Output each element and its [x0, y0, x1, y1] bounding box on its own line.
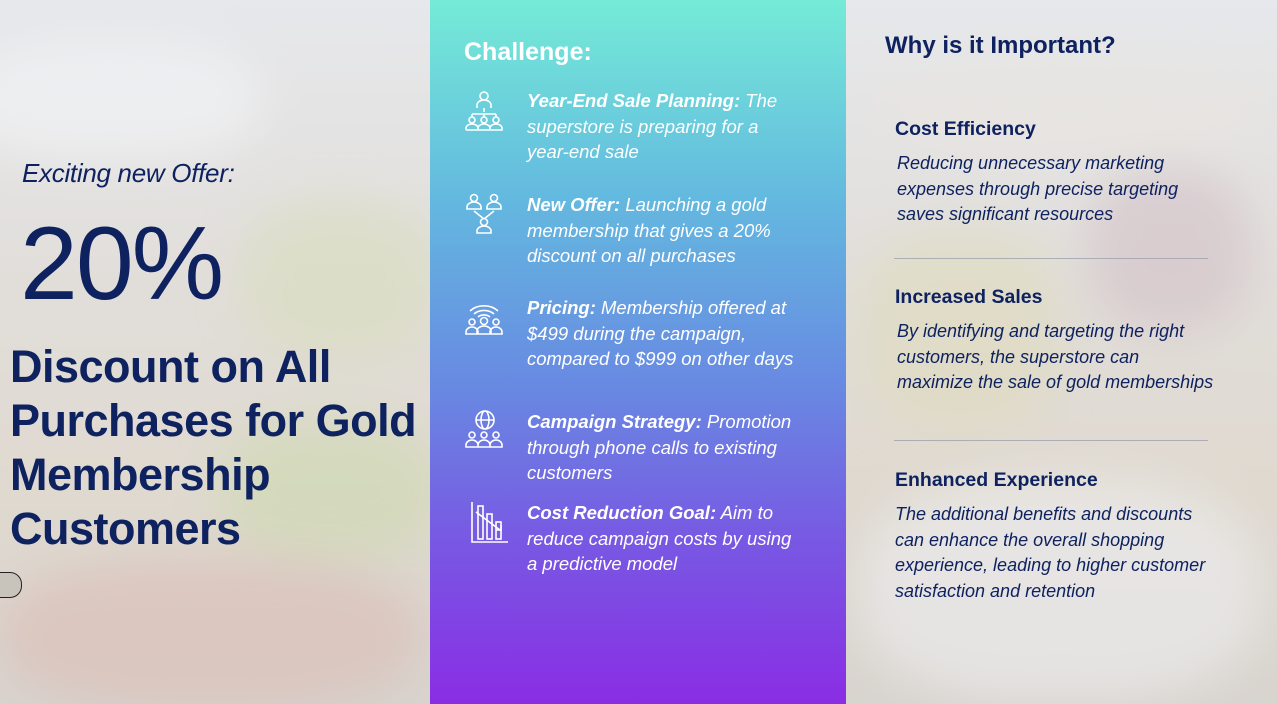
divider — [894, 440, 1208, 441]
challenge-item-title: Cost Reduction Goal: — [527, 502, 717, 523]
globe-group-icon — [462, 409, 506, 453]
org-chart-people-icon — [462, 88, 506, 132]
section-heading: Cost Efficiency — [895, 118, 1036, 140]
slide-control[interactable] — [0, 572, 22, 598]
section-text: Reducing unnecessary marketing expenses … — [897, 153, 1179, 225]
challenge-panel: Challenge: Year-End Sale Planning: The s… — [430, 0, 846, 704]
importance-section: Cost Efficiency Reducing unnecessary mar… — [895, 118, 1215, 228]
challenge-item-title: Year-End Sale Planning: — [527, 90, 741, 111]
broadcast-group-icon — [462, 295, 506, 339]
divider — [894, 258, 1208, 259]
section-text: By identifying and targeting the right c… — [897, 321, 1214, 393]
offer-headline: Discount on All Purchases for Gold Membe… — [10, 341, 417, 554]
importance-section: Increased Sales By identifying and targe… — [895, 286, 1215, 396]
team-connection-icon — [462, 192, 506, 236]
section-heading: Enhanced Experience — [895, 469, 1098, 491]
challenge-title: Challenge: — [464, 38, 592, 66]
challenge-item-title: Campaign Strategy: — [527, 411, 702, 432]
challenge-item-title: New Offer: — [527, 194, 621, 215]
section-text: The additional benefits and discounts ca… — [895, 504, 1206, 601]
challenge-item-title: Pricing: — [527, 297, 596, 318]
offer-panel: Exciting new Offer: 20% Discount on All … — [0, 0, 430, 704]
importance-panel: Why is it Important? Cost Efficiency Red… — [846, 0, 1277, 704]
discount-percent: 20% — [20, 206, 224, 322]
importance-section: Enhanced Experience The additional benef… — [895, 469, 1215, 604]
declining-chart-icon — [468, 500, 512, 544]
importance-title: Why is it Important? — [885, 32, 1116, 59]
offer-label: Exciting new Offer: — [22, 158, 235, 188]
section-heading: Increased Sales — [895, 286, 1043, 308]
